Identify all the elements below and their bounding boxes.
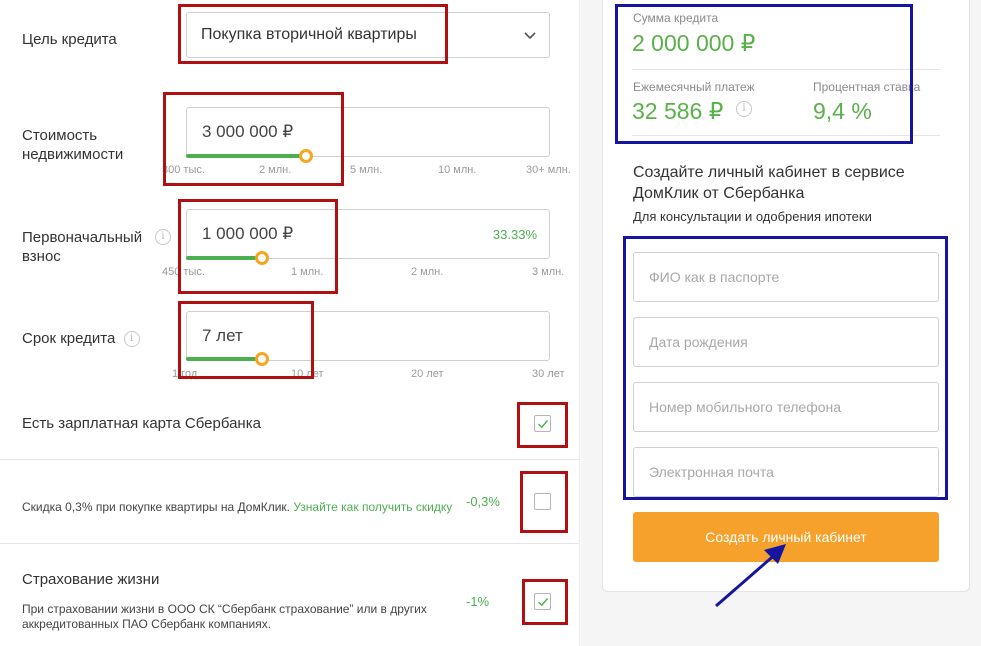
- annotation-box-goal: [178, 4, 448, 64]
- domclick-discount-value: -0,3%: [466, 494, 500, 509]
- property-tick-2: 5 млн.: [350, 164, 383, 176]
- life-insurance-discount-value: -1%: [466, 594, 490, 609]
- annotation-box-downpayment: [178, 199, 338, 294]
- downpayment-tick-2: 2 млн.: [411, 266, 444, 278]
- info-icon[interactable]: i: [155, 229, 171, 245]
- annotation-box-domclick: [520, 471, 568, 533]
- signup-heading: Создайте личный кабинет в сервисе ДомКли…: [633, 164, 905, 202]
- signup-subheading: Для консультации и одобрения ипотеки: [633, 209, 872, 224]
- info-icon[interactable]: i: [123, 331, 140, 348]
- divider: [0, 459, 580, 460]
- annotation-box-property: [163, 92, 344, 186]
- divider: [0, 543, 580, 544]
- domclick-discount-link[interactable]: Узнайте как получить скидку: [293, 500, 452, 514]
- downpayment-tick-3: 3 млн.: [532, 266, 565, 278]
- annotation-box-signup: [623, 236, 948, 500]
- property-label-line2: недвижимости: [22, 146, 124, 163]
- domclick-discount-description: Скидка 0,3% при покупке квартиры на ДомК…: [22, 500, 290, 514]
- chevron-down-icon: [524, 32, 536, 40]
- term-tick-2: 20 лет: [411, 368, 444, 380]
- term-label-text: Срок кредита: [22, 330, 116, 347]
- annotation-box-summary: [615, 4, 913, 144]
- domclick-discount-text: Скидка 0,3% при покупке квартиры на ДомК…: [22, 500, 452, 515]
- annotation-box-salary: [517, 402, 568, 448]
- property-tick-3: 10 млн.: [438, 164, 477, 176]
- downpayment-label-line1: Первоначальный: [22, 229, 143, 246]
- downpayment-label: Первоначальный взнос: [22, 228, 142, 266]
- property-tick-4: 30+ млн.: [526, 164, 571, 176]
- term-tick-3: 30 лет: [532, 368, 565, 380]
- goal-label: Цель кредита: [22, 31, 117, 48]
- life-insurance-text: При страховании жизни в ООО СК “Сбербанк…: [22, 602, 427, 632]
- annotation-box-term: [178, 301, 314, 379]
- property-label: Стоимость недвижимости: [22, 126, 123, 164]
- life-insurance-text-line1: При страховании жизни в ООО СК “Сбербанк…: [22, 602, 427, 616]
- life-insurance-text-line2: аккредитованных ПАО Сбербанк компаниях.: [22, 617, 272, 631]
- downpayment-percent: 33.33%: [492, 227, 537, 242]
- arrow-annotation: [715, 544, 786, 608]
- downpayment-label-line2: взнос: [22, 248, 61, 265]
- property-label-line1: Стоимость: [22, 127, 98, 144]
- life-insurance-label: Страхование жизни: [22, 571, 160, 588]
- term-label: Срок кредита i: [22, 329, 140, 348]
- annotation-box-insurance: [522, 579, 568, 625]
- salary-card-label: Есть зарплатная карта Сбербанка: [22, 415, 261, 432]
